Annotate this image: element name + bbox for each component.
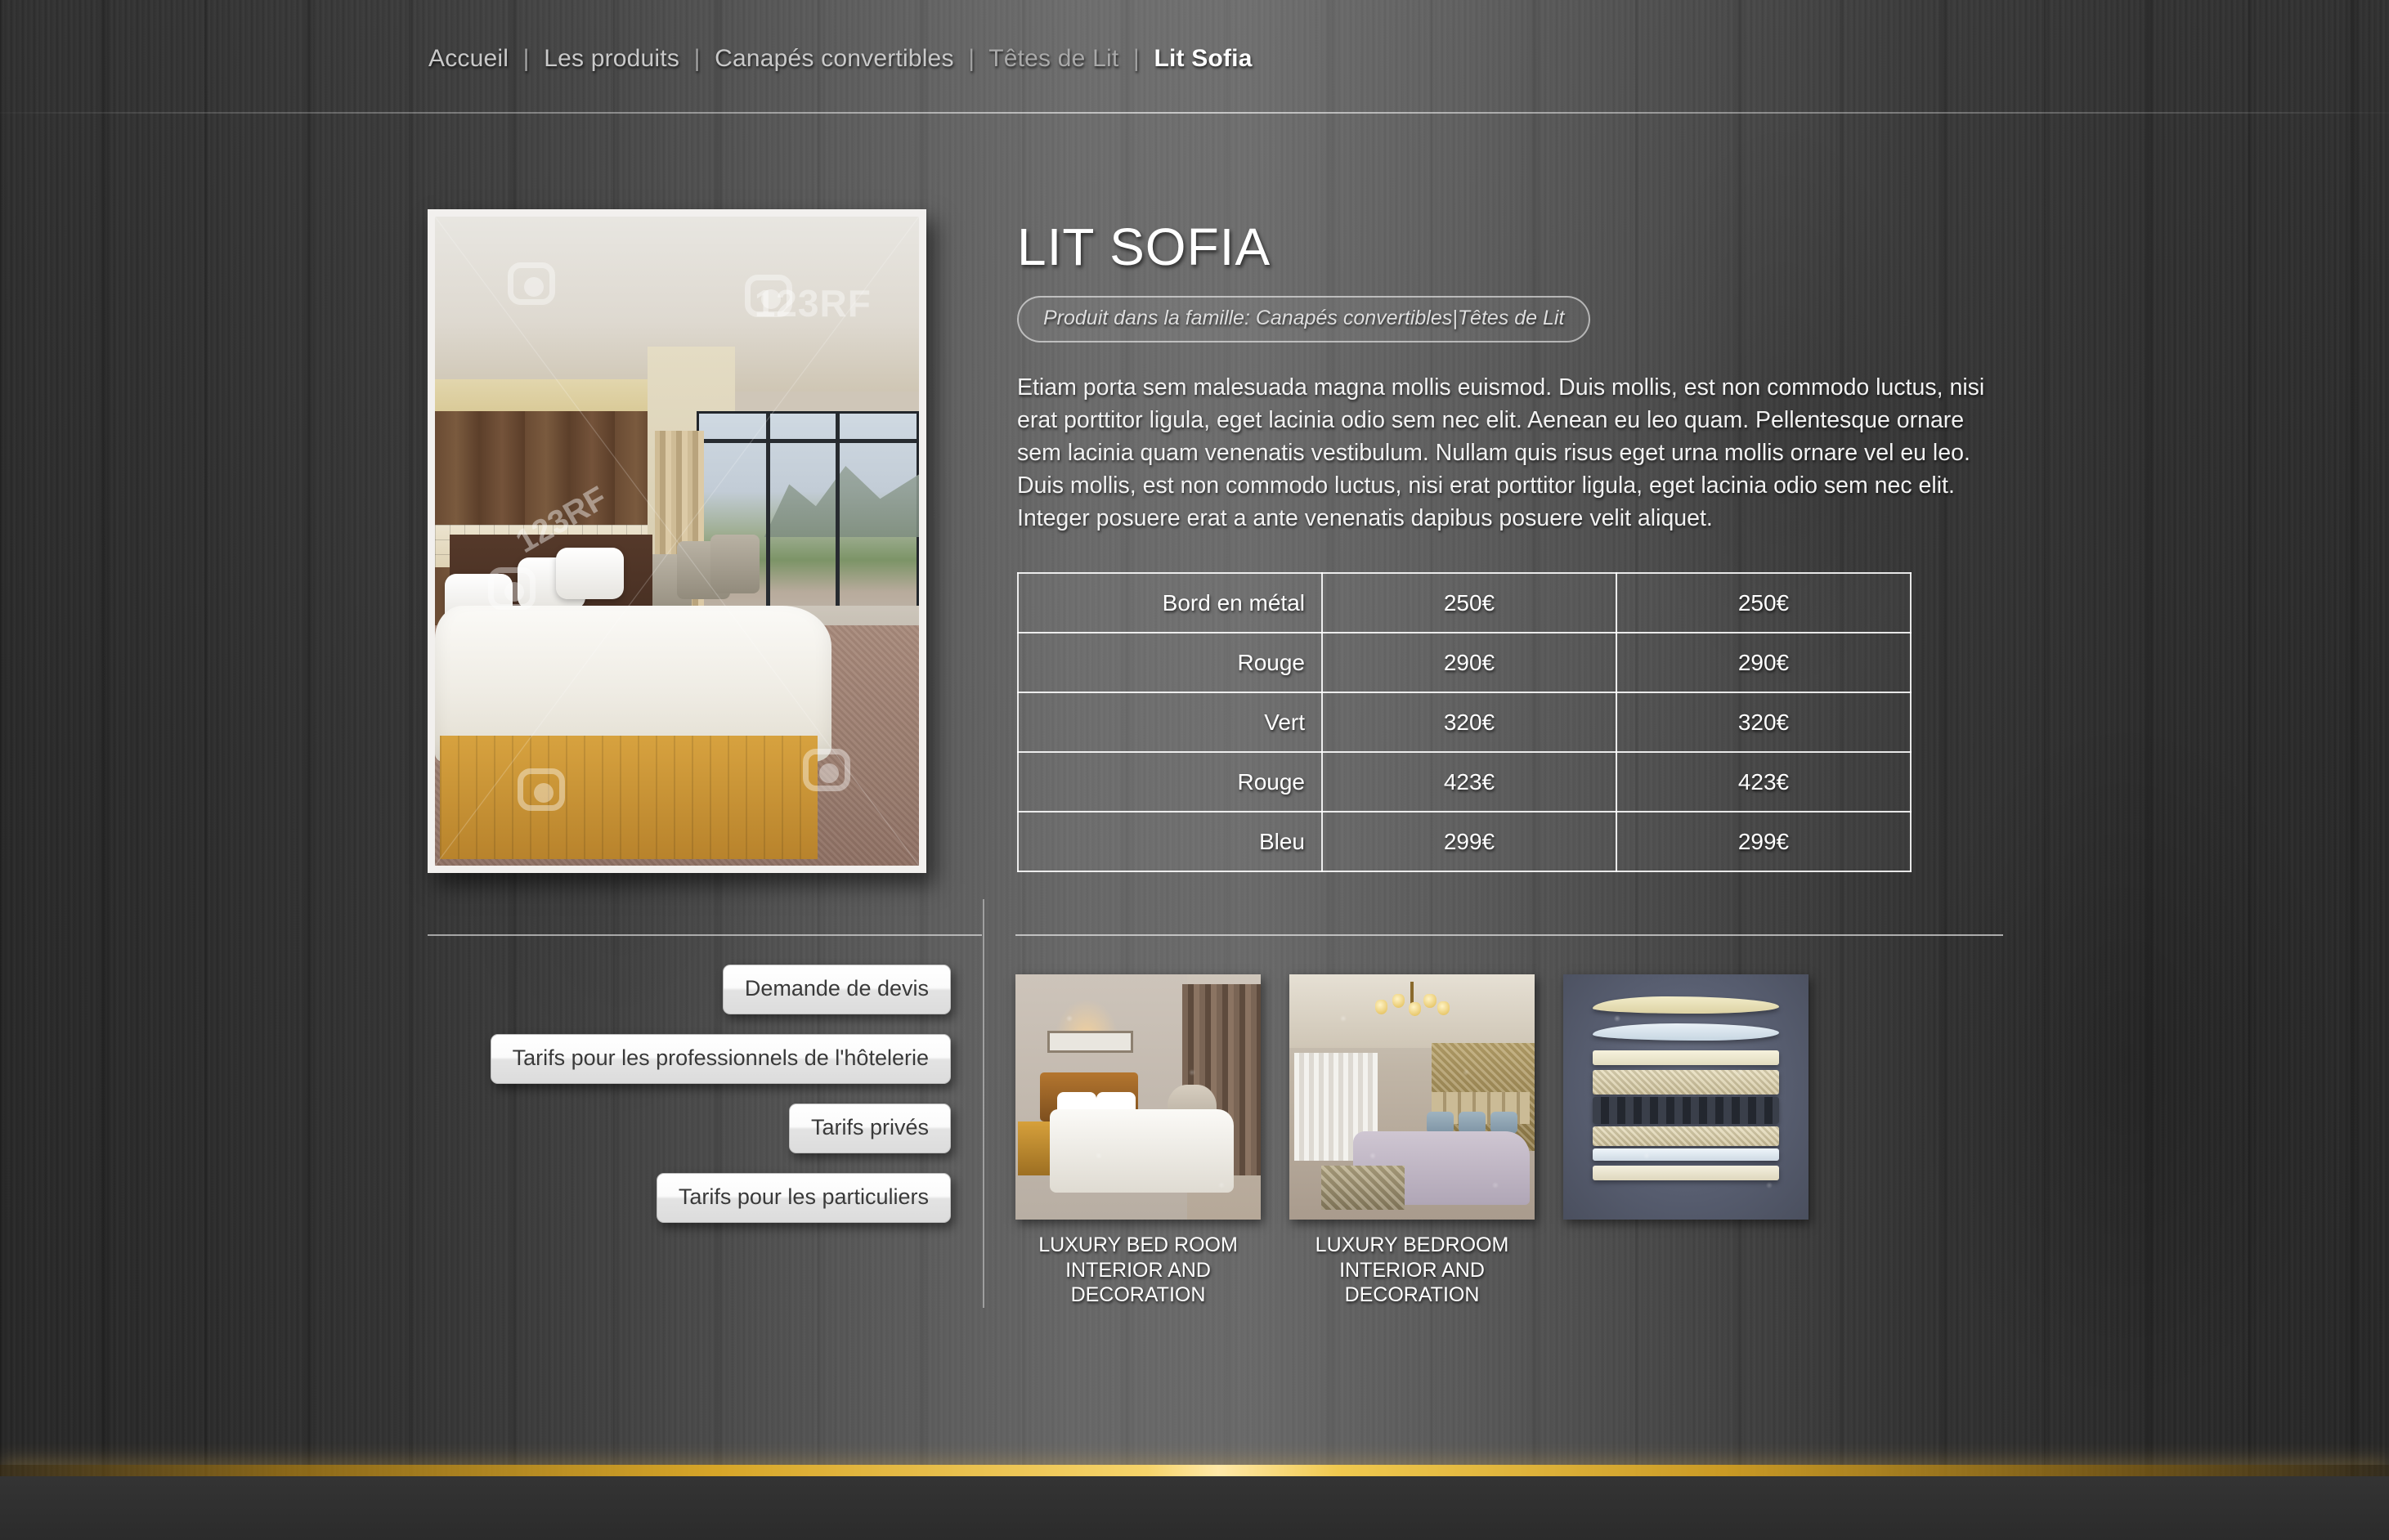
product-content: LIT SOFIA Produit dans la famille: Canap…	[1017, 217, 2006, 873]
column-vertical-divider	[983, 899, 984, 1308]
price-row-value-a: 423€	[1321, 751, 1617, 813]
price-row-value-b: 299€	[1616, 811, 1912, 873]
tarifs-particuliers-button[interactable]: Tarifs pour les particuliers	[656, 1173, 951, 1223]
gallery-item-caption: LUXURY BED ROOM INTERIOR AND DECORATION	[1038, 1233, 1238, 1306]
breadcrumb-separator: |	[1132, 45, 1140, 72]
tarifs-prives-button[interactable]: Tarifs privés	[788, 1104, 951, 1153]
breadcrumb-separator: |	[522, 45, 530, 72]
price-row-label: Vert	[1017, 692, 1323, 754]
table-row: Vert 320€ 320€	[1017, 692, 1912, 754]
price-row-value-a: 320€	[1321, 692, 1617, 754]
breadcrumb-item-lit-sofia: Lit Sofia	[1154, 45, 1253, 72]
table-row: Bleu 299€ 299€	[1017, 811, 1912, 873]
gallery-item-caption: LUXURY BEDROOM INTERIOR AND DECORATION	[1315, 1233, 1509, 1306]
price-row-value-b: 423€	[1616, 751, 1912, 813]
table-row: Rouge 423€ 423€	[1017, 751, 1912, 813]
hero-image-frame[interactable]: 123RF 123RF	[428, 209, 926, 873]
footer-accent-line	[0, 1465, 2389, 1476]
price-table: Bord en métal 250€ 250€ Rouge 290€ 290€ …	[1017, 572, 1912, 873]
breadcrumb-item-accueil[interactable]: Accueil	[428, 45, 509, 72]
breadcrumb-item-tetes-de-lit[interactable]: Têtes de Lit	[988, 45, 1118, 72]
luxury-bed-room-thumbnail[interactable]	[1015, 974, 1261, 1220]
price-row-value-b: 250€	[1616, 572, 1912, 634]
price-row-value-b: 290€	[1616, 632, 1912, 694]
product-family-badge: Produit dans la famille: Canapés convert…	[1017, 296, 1591, 342]
page-root: Accueil | Les produits | Canapés convert…	[0, 0, 2389, 1540]
header-divider	[0, 112, 2389, 114]
breadcrumb-separator: |	[968, 45, 975, 72]
table-row: Rouge 290€ 290€	[1017, 632, 1912, 694]
demande-de-devis-button[interactable]: Demande de devis	[722, 965, 951, 1014]
product-description: Etiam porta sem malesuada magna mollis e…	[1017, 374, 1985, 531]
content-column-divider	[1015, 934, 2003, 936]
hotel-bedroom-photo: 123RF 123RF	[435, 217, 919, 866]
price-row-label: Rouge	[1017, 751, 1323, 813]
gallery-item-mattress-layers[interactable]	[1563, 974, 1809, 1308]
page-title: LIT SOFIA	[1017, 217, 1271, 276]
cta-button-stack: Demande de devis Tarifs pour les profess…	[428, 965, 951, 1242]
table-row: Bord en métal 250€ 250€	[1017, 572, 1912, 634]
gallery-item-luxury-bed-room[interactable]: LUXURY BED ROOM INTERIOR AND DECORATION	[1015, 974, 1261, 1308]
left-column-divider	[428, 934, 982, 936]
mattress-layers-thumbnail[interactable]	[1563, 974, 1809, 1220]
breadcrumb-separator: |	[693, 45, 701, 72]
price-row-value-a: 299€	[1321, 811, 1617, 873]
price-row-label: Bord en métal	[1017, 572, 1323, 634]
price-row-value-a: 250€	[1321, 572, 1617, 634]
tarifs-professionnels-button[interactable]: Tarifs pour les professionnels de l'hôte…	[490, 1034, 951, 1084]
related-gallery: LUXURY BED ROOM INTERIOR AND DECORATION	[1015, 974, 1809, 1308]
breadcrumb: Accueil | Les produits | Canapés convert…	[428, 45, 1253, 73]
site-footer	[0, 1476, 2389, 1540]
price-row-label: Rouge	[1017, 632, 1323, 694]
breadcrumb-item-les-produits[interactable]: Les produits	[544, 45, 679, 72]
breadcrumb-item-canapes-convertibles[interactable]: Canapés convertibles	[715, 45, 954, 72]
price-row-value-b: 320€	[1616, 692, 1912, 754]
gallery-item-luxury-bedroom[interactable]: LUXURY BEDROOM INTERIOR AND DECORATION	[1289, 974, 1535, 1308]
price-row-label: Bleu	[1017, 811, 1323, 873]
site-header: Accueil | Les produits | Canapés convert…	[0, 0, 2389, 114]
luxury-bedroom-chandelier-thumbnail[interactable]	[1289, 974, 1535, 1220]
price-row-value-a: 290€	[1321, 632, 1617, 694]
